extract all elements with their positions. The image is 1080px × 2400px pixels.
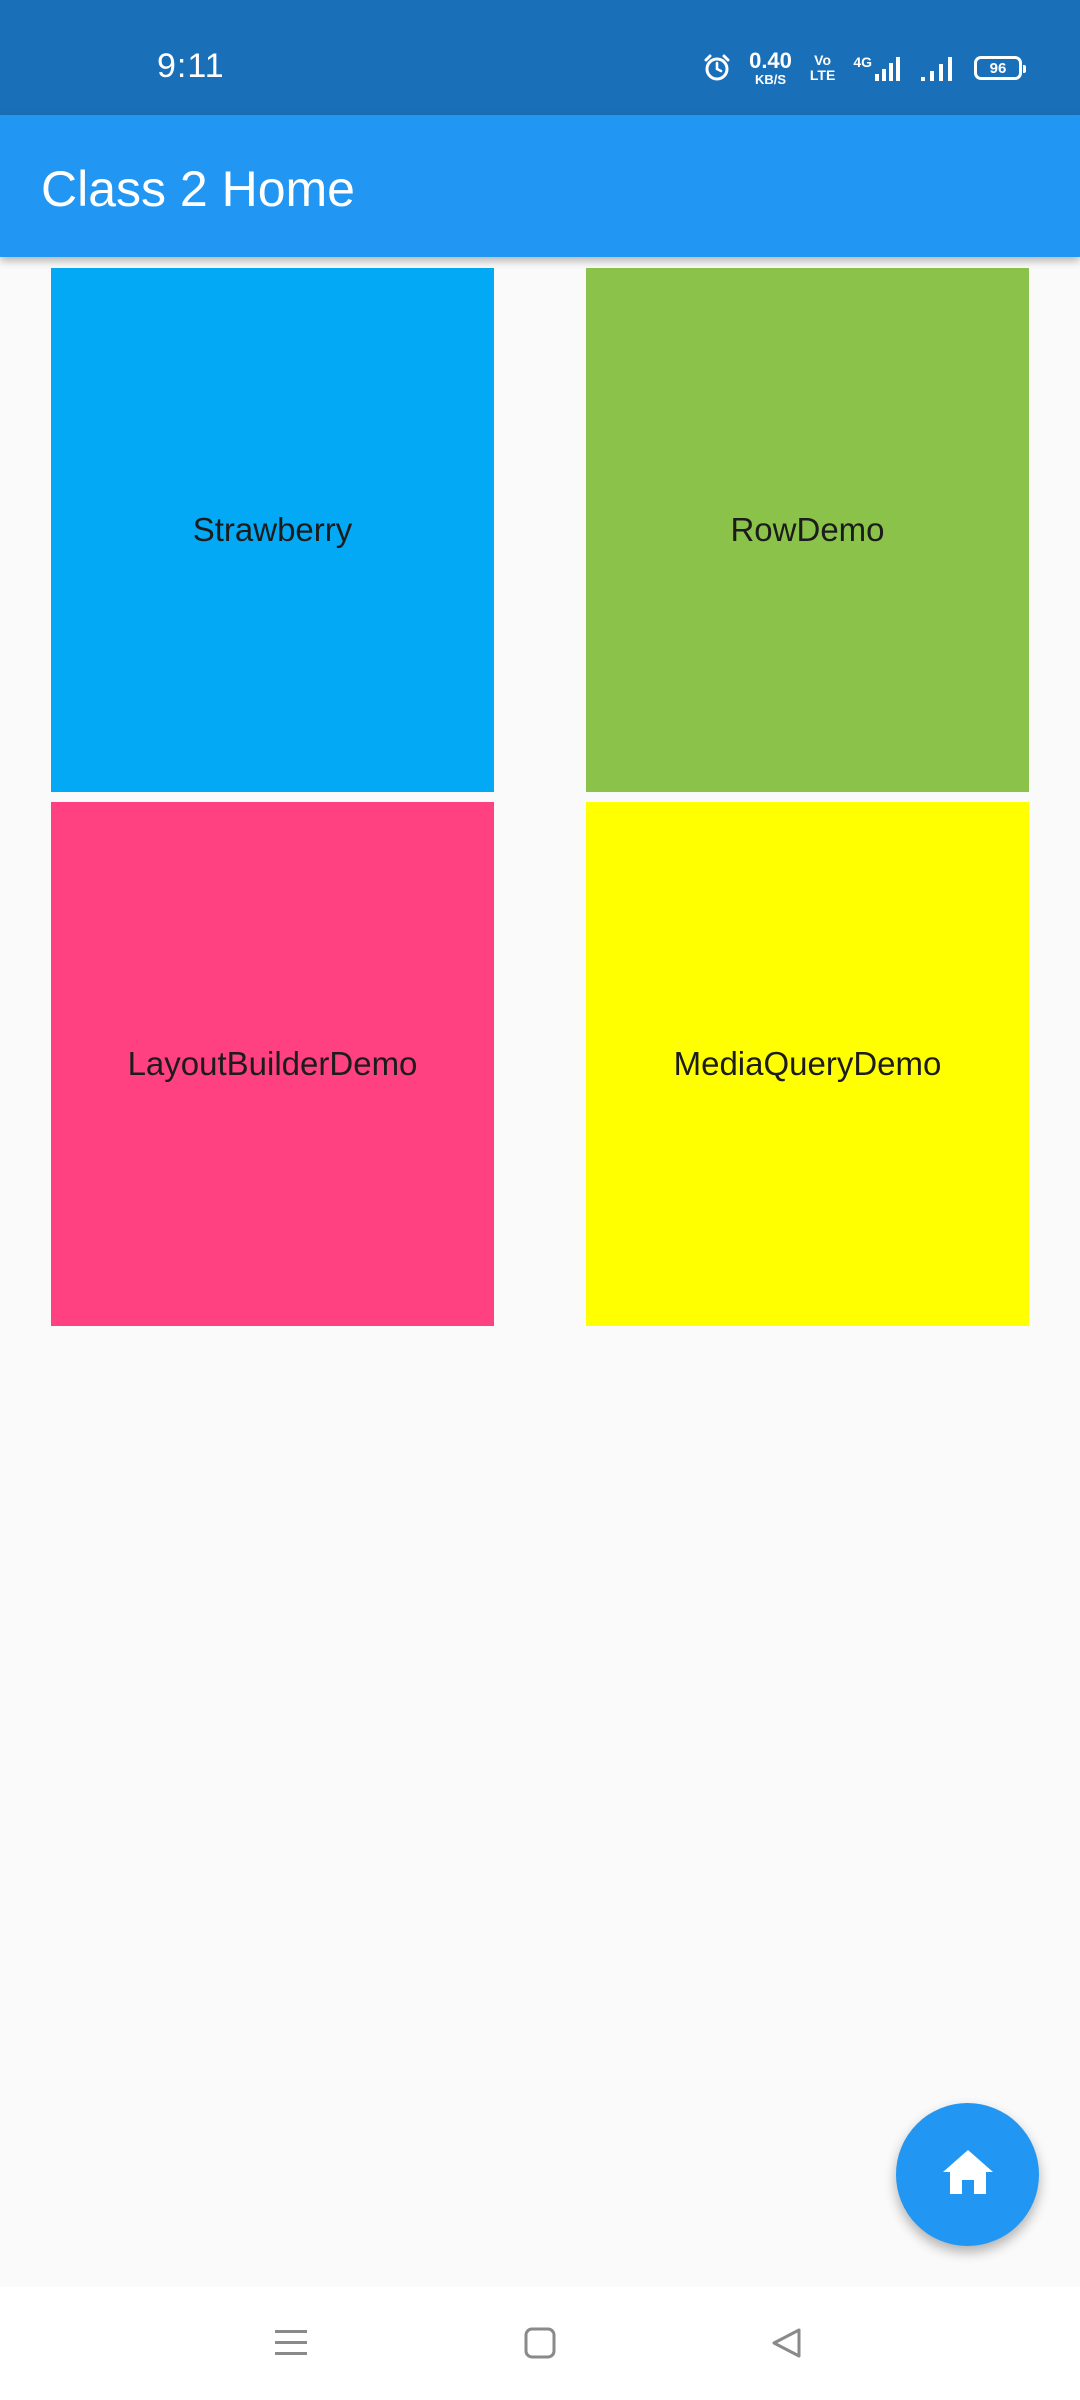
tile-label: MediaQueryDemo [673,1045,942,1082]
home-fab-button[interactable] [896,2103,1039,2246]
tile-label: LayoutBuilderDemo [127,1045,418,1082]
network-type: 4G [853,54,872,70]
tile-media-query-demo[interactable]: MediaQueryDemo [586,802,1029,1326]
status-bar: 9:11 0.40 KB/S Vo LTE 4G 96 [0,0,1080,115]
back-triangle-icon [770,2326,804,2365]
square-icon [523,2326,557,2365]
tile-label: Strawberry [192,511,353,548]
net-speed-unit: KB/S [754,72,787,87]
alarm-icon [703,54,731,82]
home-icon [941,2148,995,2201]
battery-level: 96 [989,59,1007,77]
signal-icon: 4G [853,54,902,82]
status-time: 9:11 [157,47,225,85]
tile-strawberry[interactable]: Strawberry [51,268,494,792]
nav-menu-button[interactable] [261,2315,321,2375]
tile-label: RowDemo [730,511,885,548]
nav-home-button[interactable] [510,2315,570,2375]
tile-row-demo[interactable]: RowDemo [586,268,1029,792]
nav-back-button[interactable] [757,2315,817,2375]
system-nav-bar [0,2287,1080,2400]
signal-icon [920,54,956,82]
app-bar: Class 2 Home [0,115,1080,257]
net-speed-value: 0.40 [749,48,792,73]
menu-icon [273,2327,309,2364]
battery-icon: 96 [974,56,1026,80]
volte-bottom: LTE [809,67,836,83]
volte-top: Vo [814,52,832,68]
volte-badge: Vo LTE [810,53,835,83]
page-title: Class 2 Home [41,161,355,217]
status-icons: 0.40 KB/S Vo LTE 4G 96 [703,48,1026,88]
net-speed: 0.40 KB/S [749,48,792,87]
tile-layout-builder-demo[interactable]: LayoutBuilderDemo [51,802,494,1326]
